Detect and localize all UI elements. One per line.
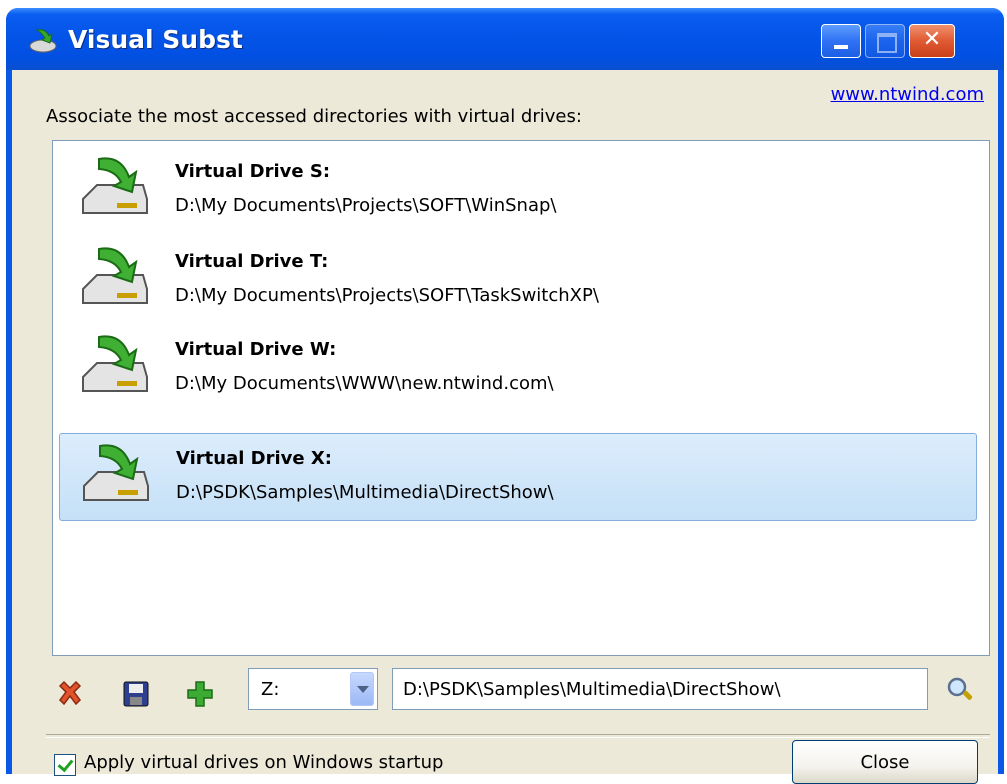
maximize-button[interactable] xyxy=(865,24,905,58)
list-item-selected[interactable]: Virtual Drive X: D:\PSDK\Samples\Multime… xyxy=(59,433,977,521)
drive-letter-select[interactable]: Z: xyxy=(248,668,378,710)
chevron-down-icon[interactable] xyxy=(350,672,374,706)
drive-name: Virtual Drive T: xyxy=(175,251,329,272)
drive-name: Virtual Drive S: xyxy=(175,161,331,182)
divider xyxy=(46,734,990,738)
drive-path: D:\My Documents\WWW\new.ntwind.com\ xyxy=(175,373,554,394)
virtual-drive-icon xyxy=(83,444,149,501)
browse-icon[interactable] xyxy=(944,674,976,706)
startup-checkbox[interactable] xyxy=(54,754,76,776)
list-item[interactable]: Virtual Drive W: D:\My Documents\WWW\new… xyxy=(59,325,977,413)
virtual-drive-icon xyxy=(82,335,148,392)
close-icon: ✕ xyxy=(922,27,942,52)
list-item[interactable]: Virtual Drive S: D:\My Documents\Project… xyxy=(59,147,977,235)
drive-name: Virtual Drive W: xyxy=(175,339,337,360)
title-bar[interactable]: Visual Subst ✕ xyxy=(6,8,1004,70)
website-link[interactable]: www.ntwind.com xyxy=(831,84,984,105)
app-drive-icon xyxy=(29,29,57,53)
save-icon[interactable] xyxy=(120,678,152,710)
drive-path: D:\My Documents\Projects\SOFT\WinSnap\ xyxy=(175,195,557,216)
minimize-button[interactable] xyxy=(821,24,861,58)
close-window-button[interactable]: ✕ xyxy=(909,24,955,58)
drive-name: Virtual Drive X: xyxy=(176,448,332,469)
close-button[interactable]: Close xyxy=(792,740,978,784)
drive-path: D:\PSDK\Samples\Multimedia\DirectShow\ xyxy=(176,482,554,503)
dialog-body: www.ntwind.com Associate the most access… xyxy=(12,70,998,784)
drive-path: D:\My Documents\Projects\SOFT\TaskSwitch… xyxy=(175,285,599,306)
folder-path-input[interactable] xyxy=(392,668,928,710)
instruction-text: Associate the most accessed directories … xyxy=(46,106,582,127)
drive-letter-value: Z: xyxy=(261,679,280,700)
delete-icon[interactable] xyxy=(54,678,86,710)
window-title: Visual Subst xyxy=(68,25,243,54)
drive-list[interactable]: Virtual Drive S: D:\My Documents\Project… xyxy=(52,140,990,656)
virtual-drive-icon xyxy=(82,157,148,214)
virtual-drive-icon xyxy=(82,247,148,304)
list-item[interactable]: Virtual Drive T: D:\My Documents\Project… xyxy=(59,237,977,325)
startup-checkbox-label[interactable]: Apply virtual drives on Windows startup xyxy=(84,752,443,773)
app-window: Visual Subst ✕ www.ntwind.com Associate … xyxy=(6,8,1004,784)
add-icon[interactable] xyxy=(184,678,216,710)
